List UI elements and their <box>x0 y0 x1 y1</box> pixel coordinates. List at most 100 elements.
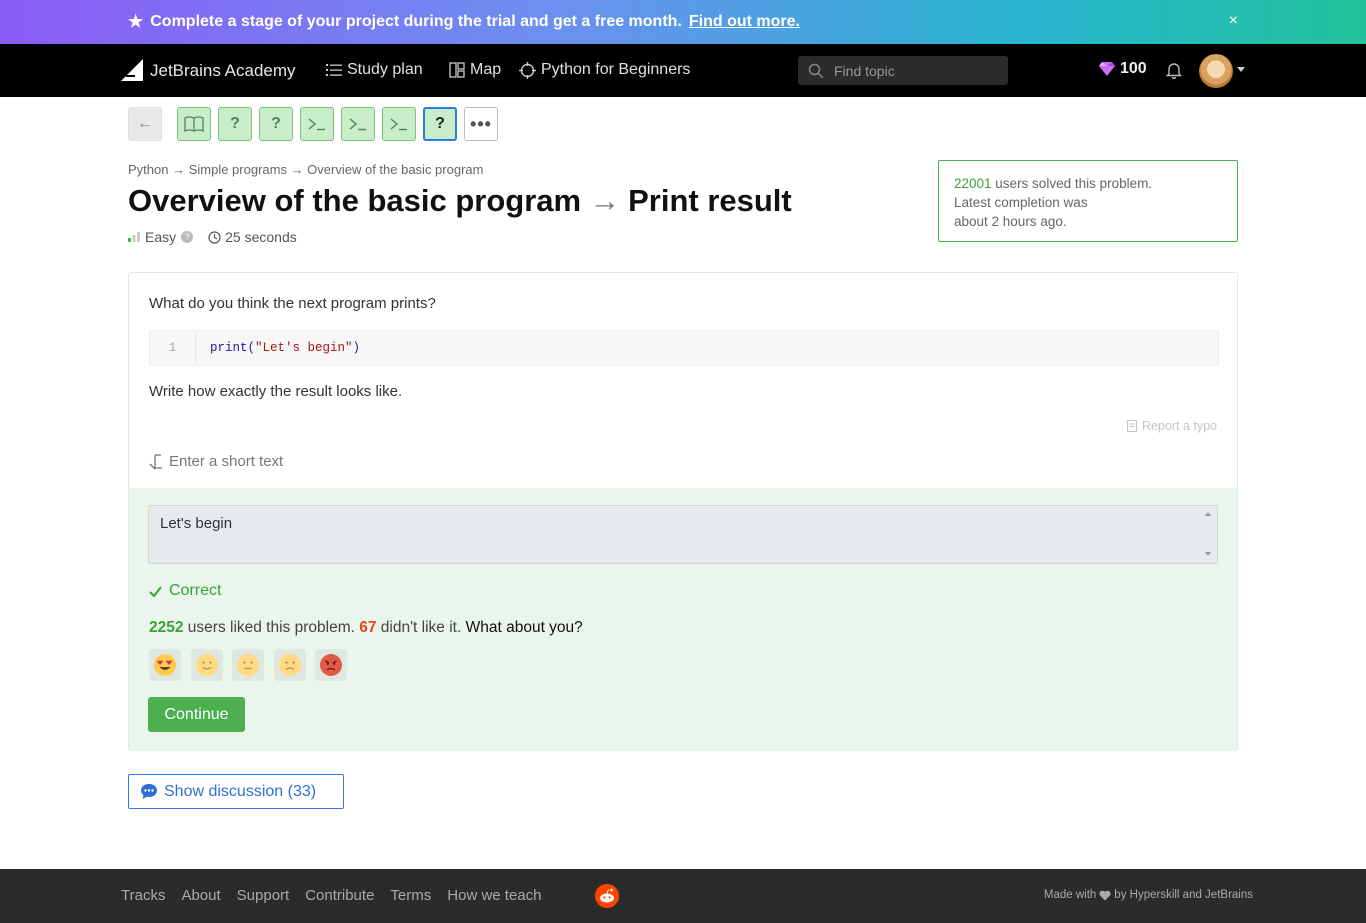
terminal-icon <box>308 118 325 131</box>
solved-stats-box: 22001 users solved this problem. Latest … <box>938 160 1238 242</box>
correct-status: Correct <box>149 582 221 600</box>
difficulty-bars-icon <box>128 232 140 242</box>
avatar[interactable] <box>1199 54 1233 88</box>
rate-neutral-button[interactable] <box>232 649 264 681</box>
rate-like-button[interactable] <box>190 649 223 681</box>
step-quiz[interactable]: ? <box>259 107 293 141</box>
search-icon <box>808 63 824 79</box>
continue-button[interactable]: Continue <box>148 697 245 732</box>
rate-love-button[interactable] <box>149 649 181 681</box>
step-code[interactable] <box>382 107 416 141</box>
step-code[interactable] <box>300 107 334 141</box>
check-icon <box>149 585 162 597</box>
top-navbar: JetBrains Academy Study plan Map Python … <box>0 44 1366 97</box>
dislikes-count: 67 <box>359 619 377 636</box>
chat-bubble-icon <box>141 784 157 799</box>
nav-study-plan-label: Study plan <box>347 61 423 78</box>
task-card: What do you think the next program print… <box>128 272 1238 751</box>
nav-study-plan[interactable]: Study plan <box>326 61 423 79</box>
question-text: What do you think the next program print… <box>149 295 436 312</box>
task-title: Print result <box>628 183 792 218</box>
brand-name[interactable]: JetBrains Academy <box>150 61 296 81</box>
footer-credits: Made with by Hyperskill and JetBrains <box>1044 889 1253 901</box>
code-close: ) <box>352 341 361 355</box>
time-estimate: 25 seconds <box>225 229 297 245</box>
footer-link-terms[interactable]: Terms <box>390 887 431 904</box>
scroll-down-icon[interactable] <box>1205 552 1211 556</box>
neutral-emoji-icon <box>237 654 259 676</box>
report-typo-link[interactable]: Report a typo <box>1126 419 1217 433</box>
footer-links: Tracks About Support Contribute Terms Ho… <box>121 887 557 904</box>
code-func: print( <box>210 341 256 355</box>
promo-banner: ★ Complete a stage of your project durin… <box>0 0 1366 44</box>
breadcrumb[interactable]: Python → Simple programs → Overview of t… <box>128 162 483 177</box>
feedback-panel: Let's begin Correct 2252 users liked thi… <box>129 488 1237 751</box>
step-quiz[interactable]: ? <box>218 107 252 141</box>
step-code[interactable] <box>341 107 375 141</box>
answer-type-text: Enter a short text <box>169 453 284 470</box>
footer: Tracks About Support Contribute Terms Ho… <box>0 869 1366 923</box>
step-bar: ← ? ? ? ••• <box>128 107 505 141</box>
star-icon: ★ <box>128 12 144 31</box>
footer-link-tracks[interactable]: Tracks <box>121 887 165 904</box>
scroll-up-icon[interactable] <box>1205 512 1211 516</box>
back-button[interactable]: ← <box>128 107 162 141</box>
likes-summary: 2252 users liked this problem. 67 didn't… <box>149 619 583 637</box>
latest-completion-time: about 2 hours ago. <box>954 214 1067 229</box>
nav-map-label: Map <box>470 61 502 78</box>
difficulty-label: Easy <box>145 229 177 245</box>
rate-dislike-button[interactable] <box>273 649 306 681</box>
map-icon <box>449 62 465 78</box>
nav-track[interactable]: Python for Beginners <box>519 61 690 79</box>
question-icon: ? <box>435 115 445 132</box>
promo-link[interactable]: Find out more. <box>689 13 800 31</box>
likes-count: 2252 <box>149 619 184 636</box>
angry-emoji-icon <box>320 654 342 676</box>
correct-label: Correct <box>169 582 222 599</box>
solved-label: users solved this problem. <box>991 176 1153 191</box>
reddit-icon[interactable] <box>595 884 619 908</box>
footer-link-about[interactable]: About <box>181 887 220 904</box>
document-icon <box>1126 420 1137 432</box>
rating-emojis <box>149 649 357 681</box>
credits-suffix: by Hyperskill and JetBrains <box>1114 889 1253 901</box>
answer-textarea[interactable]: Let's begin <box>148 505 1218 564</box>
terminal-icon <box>349 118 366 131</box>
instruction-text: Write how exactly the result looks like. <box>149 383 403 400</box>
show-discussion-label: Show discussion (33) <box>164 782 317 800</box>
footer-link-contribute[interactable]: Contribute <box>305 887 374 904</box>
code-line: print("Let's begin") <box>210 331 360 365</box>
step-quiz-current[interactable]: ? <box>423 107 457 141</box>
footer-link-how-we-teach[interactable]: How we teach <box>447 887 541 904</box>
search-box <box>798 56 1008 85</box>
heart-icon <box>1099 890 1111 900</box>
book-icon <box>184 116 204 132</box>
show-discussion-button[interactable]: Show discussion (33) <box>128 774 344 809</box>
chevron-down-icon[interactable] <box>1237 67 1245 72</box>
help-icon[interactable]: ? <box>181 231 194 243</box>
close-icon[interactable]: × <box>1229 12 1238 30</box>
gems-counter[interactable]: 100 <box>1098 60 1147 78</box>
gems-count: 100 <box>1120 60 1147 77</box>
rating-question: What about you? <box>465 619 583 636</box>
search-input[interactable] <box>834 62 994 79</box>
clock-icon <box>208 230 221 244</box>
enter-arrow-icon <box>149 453 162 469</box>
more-steps-button[interactable]: ••• <box>464 107 498 141</box>
smile-emoji-icon <box>195 654 218 676</box>
latest-completion-label: Latest completion was <box>954 195 1088 210</box>
footer-link-support[interactable]: Support <box>237 887 290 904</box>
bell-icon[interactable] <box>1166 61 1182 79</box>
credits-prefix: Made with <box>1043 889 1097 901</box>
nav-track-label: Python for Beginners <box>541 61 691 78</box>
rate-hate-button[interactable] <box>315 649 347 681</box>
answer-type-label: Enter a short text <box>149 453 283 470</box>
solved-count: 22001 <box>954 176 992 191</box>
jetbrains-logo-icon[interactable] <box>121 59 143 81</box>
ellipsis-icon: ••• <box>470 113 492 134</box>
nav-map[interactable]: Map <box>449 61 501 79</box>
code-string: "Let's begin" <box>255 341 353 355</box>
frown-emoji-icon <box>278 654 301 676</box>
gem-icon <box>1099 62 1115 76</box>
step-theory[interactable] <box>177 107 211 141</box>
